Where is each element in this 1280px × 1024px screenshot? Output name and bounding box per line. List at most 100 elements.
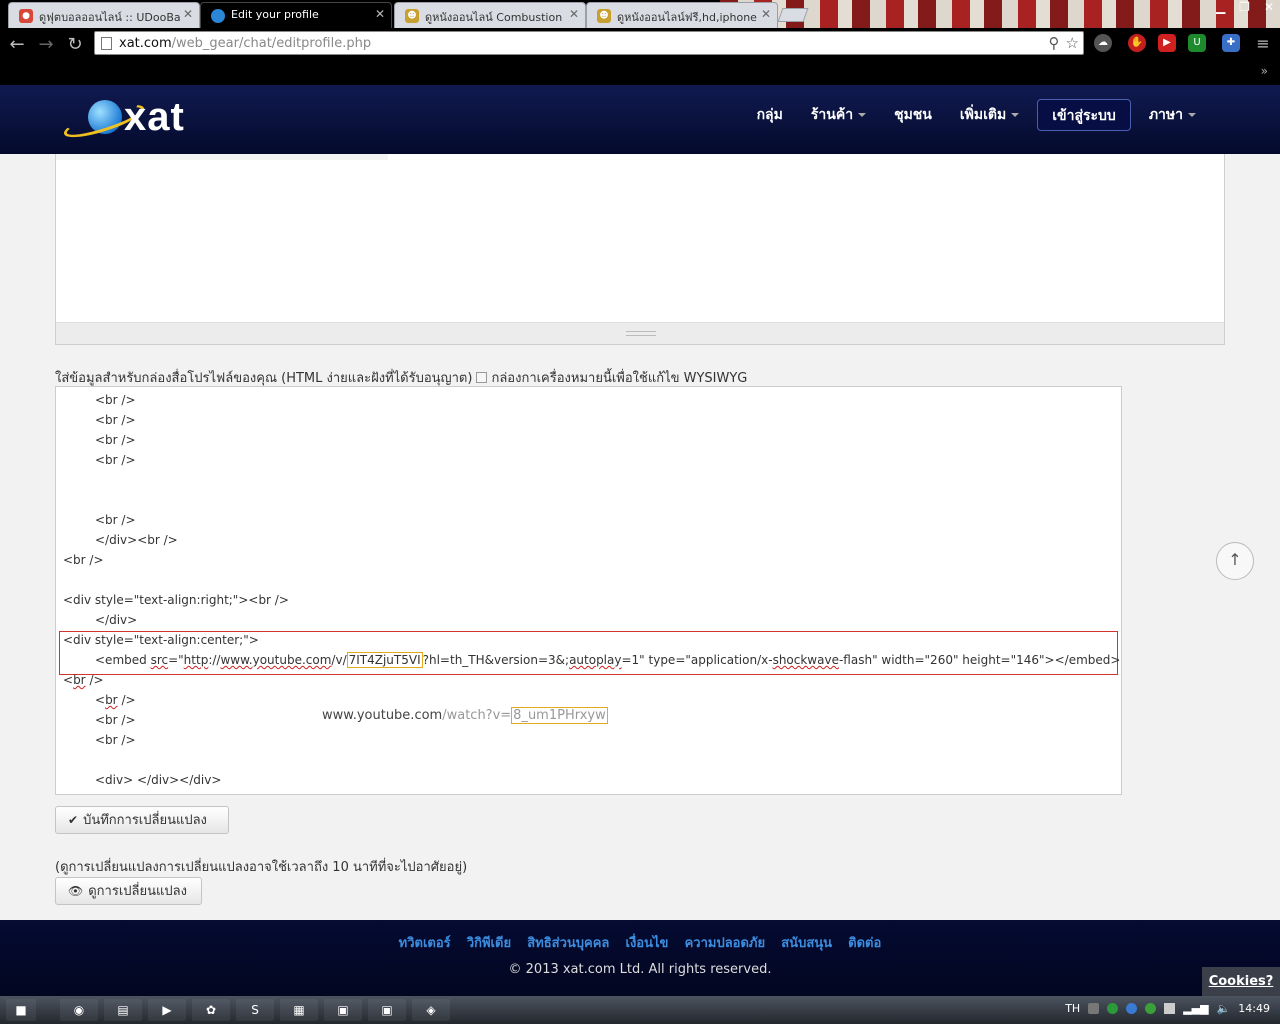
tray-flag-icon[interactable]	[1164, 1003, 1176, 1014]
scroll-to-top-button[interactable]: ↑	[1216, 542, 1254, 580]
resize-grip-icon[interactable]	[626, 331, 656, 336]
wysiwyg-checkbox-label: กล่องกาเครื่องหมายนี้เพื่อใช้แก้ไข WYSIW…	[491, 371, 748, 386]
view-changes-label: ดูการเปลี่ยนแปลง	[88, 884, 187, 899]
clock[interactable]: 14:49	[1238, 1002, 1270, 1015]
bookmark-star-icon[interactable]: ☆	[1066, 34, 1079, 52]
chrome-task-icon[interactable]: ◉	[60, 999, 98, 1021]
language-indicator[interactable]: TH	[1065, 1002, 1080, 1015]
tab-favicon-icon	[211, 9, 225, 23]
frame-resize-bar[interactable]	[56, 322, 1224, 344]
maximize-icon[interactable]: ❐	[1239, 0, 1250, 14]
adblock-extension-icon[interactable]: ✋	[1128, 34, 1146, 52]
login-button[interactable]: เข้าสู่ระบบ	[1037, 99, 1131, 131]
system-tray: TH ▂▄▆ 🔈 14:49	[1065, 1002, 1270, 1015]
code-line: </div><br />	[95, 533, 178, 547]
footer-link-twitter[interactable]: ทวิตเตอร์	[399, 936, 451, 951]
code-line: <br />	[95, 413, 136, 427]
tab-title: Edit your profile	[231, 8, 319, 21]
program-task-icon[interactable]: ▣	[324, 999, 362, 1021]
signal-icon[interactable]: ▂▄▆	[1183, 1002, 1208, 1015]
footer-link-contact[interactable]: ติดต่อ	[848, 936, 881, 951]
view-changes-button[interactable]: 👁 ดูการเปลี่ยนแปลง	[55, 877, 202, 905]
browser-tab-udooball[interactable]: ● ดูฟุตบอลออนไลน์ :: UDooBa ✕	[8, 2, 200, 28]
puzzle-extension-icon[interactable]: ✚	[1222, 34, 1240, 52]
code-token: /v/	[331, 653, 347, 667]
new-tab-button[interactable]	[777, 8, 809, 22]
caret-down-icon	[1011, 113, 1020, 117]
cookies-button[interactable]: Cookies?	[1202, 967, 1280, 997]
footer-link-support[interactable]: สนับสนุน	[781, 936, 832, 951]
conf-extension-icon[interactable]: U	[1188, 34, 1206, 52]
footer-link-safety[interactable]: ความปลอดภัย	[685, 936, 766, 951]
footer-link-terms[interactable]: เงื่อนไข	[626, 936, 669, 951]
more-bookmarks-icon[interactable]: »	[1261, 64, 1268, 78]
network-task-icon[interactable]: ◈	[412, 999, 450, 1021]
browser-tab-iphone[interactable]: ☻ ดูหนังออนไลน์ฟรี,hd,iphone ✕	[586, 2, 778, 28]
code-line: <br />	[95, 733, 136, 747]
footer-link-wiki[interactable]: วิกิพีเดีย	[467, 936, 511, 951]
copyright-text: © 2013 xat.com Ltd. All rights reserved.	[508, 962, 772, 977]
nav-item-groups[interactable]: กลุ่ม	[743, 99, 797, 131]
minimize-icon[interactable]: ▁	[1216, 0, 1225, 14]
footer-link-privacy[interactable]: สิทธิส่วนบุคคล	[527, 936, 609, 951]
caret-down-icon	[1188, 113, 1196, 117]
save-changes-button[interactable]: ✔ บันทึกการเปลี่ยนแปลง	[55, 806, 229, 834]
nav-item-shop[interactable]: ร้านค้า	[797, 99, 880, 131]
tray-network-icon[interactable]	[1126, 1003, 1138, 1014]
app-task-icon[interactable]: ✿	[192, 999, 230, 1021]
program-task-icon-2[interactable]: ▣	[368, 999, 406, 1021]
nav-item-language[interactable]: ภาษา	[1135, 99, 1210, 131]
browser-tab-edit-profile[interactable]: Edit your profile ✕	[200, 2, 392, 28]
code-line: <br />	[63, 673, 104, 687]
tab-close-icon[interactable]: ✕	[183, 7, 193, 21]
checkmark-icon: ✔	[68, 813, 79, 827]
tab-close-icon[interactable]: ✕	[569, 7, 579, 21]
site-footer: ทวิตเตอร์ วิกิพีเดีย สิทธิส่วนบุคคล เงื่…	[0, 920, 1280, 996]
window-controls: ▁ ❐ ✕	[1216, 0, 1274, 14]
code-token: />	[85, 673, 104, 687]
profile-html-textarea[interactable]: <br /> <br /> <br /> <br /> <br /> </div…	[55, 386, 1122, 795]
video-id-highlight: 7IT4ZjuT5VI	[346, 652, 423, 668]
code-line: <br />	[95, 513, 136, 527]
menu-icon[interactable]: ≡	[1252, 34, 1274, 53]
code-line: <br />	[95, 693, 136, 707]
caret-down-icon	[858, 113, 867, 117]
wysiwyg-checkbox[interactable]	[476, 372, 488, 383]
tab-favicon-icon: ☻	[405, 9, 419, 23]
media-player-task-icon[interactable]: ▶	[148, 999, 186, 1021]
embed-code-line: <embed src="http://www.youtube.com/v/7IT…	[95, 652, 1120, 668]
forward-arrow-icon[interactable]: →	[35, 34, 57, 55]
url-path: /web_gear/chat/editprofile.php	[171, 36, 372, 51]
skype-task-icon[interactable]: S	[236, 999, 274, 1021]
tray-app-icon[interactable]	[1088, 1003, 1100, 1014]
code-token: ?hl=th_TH&version=3&;	[422, 653, 570, 667]
tray-check-icon[interactable]	[1145, 1003, 1157, 1014]
code-line: <br />	[63, 553, 104, 567]
overlay-video-id-highlight: 8_um1PHrxyw	[511, 707, 608, 724]
media-box-label-text: ใส่ข้อมูลสำหรับกล่องสื่อโปรไฟล์ของคุณ (H…	[55, 371, 473, 386]
tray-status-icon[interactable]	[1107, 1003, 1119, 1014]
code-line: <br />	[95, 433, 136, 447]
code-token: www.youtube.com	[220, 653, 332, 667]
back-arrow-icon[interactable]: ←	[6, 34, 28, 55]
code-line: <div style="text-align:center;">	[63, 633, 259, 647]
close-window-icon[interactable]: ✕	[1264, 0, 1274, 14]
nav-item-community[interactable]: ชุมชน	[880, 99, 946, 131]
media-box-label: ใส่ข้อมูลสำหรับกล่องสื่อโปรไฟล์ของคุณ (H…	[55, 367, 747, 388]
xat-logo[interactable]: xat	[60, 95, 200, 144]
reload-icon[interactable]: ↻	[64, 34, 86, 55]
volume-icon[interactable]: 🔈	[1217, 1002, 1231, 1015]
nav-label: กลุ่ม	[756, 107, 783, 123]
lightbulb-icon[interactable]: ⚲	[1049, 34, 1060, 52]
browser-tab-combustion[interactable]: ☻ ดูหนังออนไลน์ Combustion ✕	[394, 2, 586, 28]
folder-task-icon[interactable]: ▤	[104, 999, 142, 1021]
youtube-extension-icon[interactable]: ▶	[1158, 34, 1176, 52]
address-bar[interactable]: xat.com/web_gear/chat/editprofile.php ⚲ …	[94, 31, 1084, 55]
chat-extension-icon[interactable]: ☁	[1094, 34, 1112, 52]
start-button-icon[interactable]: ■	[6, 999, 36, 1021]
tab-close-icon[interactable]: ✕	[761, 7, 771, 21]
notepad-task-icon[interactable]: ▦	[280, 999, 318, 1021]
nav-item-more[interactable]: เพิ่มเติม	[946, 99, 1033, 131]
overlay-url-path: /watch?v=	[442, 708, 512, 723]
tab-close-icon[interactable]: ✕	[375, 7, 385, 21]
